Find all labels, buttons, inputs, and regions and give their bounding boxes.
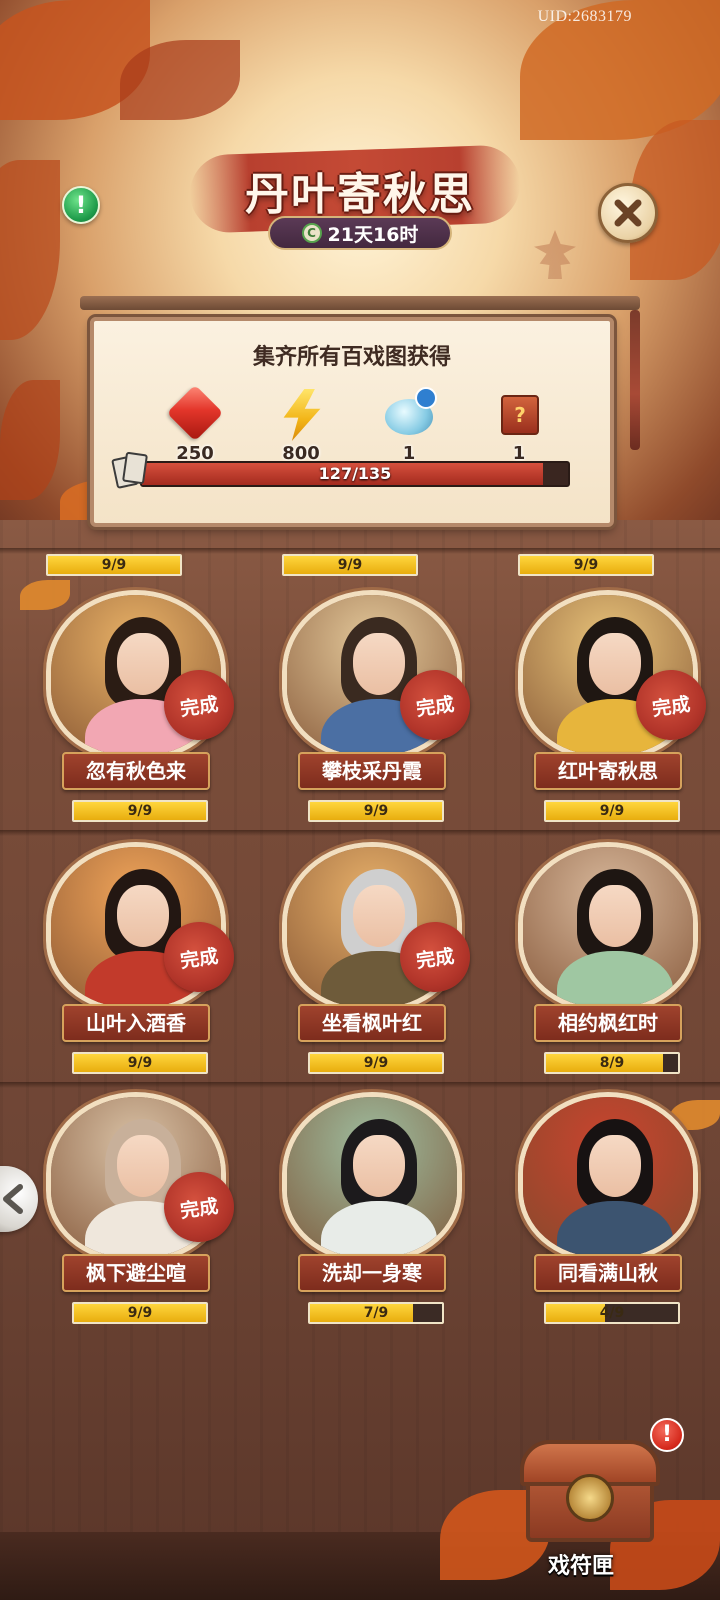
collection-card[interactable]: 洗却一身寒 7/9	[272, 1092, 472, 1332]
card-progress-bar: 9/9	[72, 1302, 208, 1324]
card-progress-text: 9/9	[363, 803, 389, 819]
card-progress-bar: 9/9	[308, 1052, 444, 1074]
card-progress-text: 9/9	[363, 1055, 389, 1071]
collection-card[interactable]: 完成 坐看枫叶红 9/9	[272, 842, 475, 1082]
card-progress-bar: 9/9	[544, 800, 680, 822]
lightning-bolt-icon	[283, 389, 321, 441]
card-progress-text: 4/9	[599, 1305, 625, 1321]
clock-coin-icon: C	[301, 223, 322, 243]
reward-item[interactable]: 1	[374, 387, 444, 464]
collection-card[interactable]: 完成 枫下避尘喧 9/9	[36, 1092, 239, 1332]
card-title: 攀枝采丹霞	[298, 752, 446, 790]
card-progress-text: 9/9	[599, 803, 625, 819]
magnifier-icon	[415, 387, 437, 409]
character-portrait	[523, 1097, 693, 1257]
chevron-left-icon	[3, 1184, 23, 1214]
collection-card[interactable]: 完成 攀枝采丹霞 9/9	[272, 590, 475, 830]
row-progress-bar: 9/9	[518, 554, 654, 576]
card-title: 枫下避尘喧	[62, 1254, 210, 1292]
row-progress-bar: 9/9	[46, 554, 182, 576]
tassel-decoration	[630, 310, 640, 450]
card-title: 山叶入酒香	[62, 1004, 210, 1042]
card-progress-text: 9/9	[127, 1055, 153, 1071]
card-progress-text: 8/9	[599, 1055, 625, 1071]
card-title: 忽有秋色来	[62, 752, 210, 790]
collection-card[interactable]: 完成 红叶寄秋思 9/9	[508, 590, 711, 830]
card-title: 洗却一身寒	[298, 1254, 446, 1292]
collection-progress-bar: 127/135	[140, 461, 570, 487]
info-button[interactable]: !	[62, 186, 100, 224]
ruby-gem-icon	[166, 384, 224, 442]
talisman-chest-label: 戏符匣	[548, 1553, 615, 1579]
talisman-chest-button[interactable]	[520, 1440, 660, 1550]
event-title: 丹叶寄秋思	[245, 169, 475, 220]
card-progress-bar: 8/9	[544, 1052, 680, 1074]
event-timer: C 21天16时	[268, 216, 452, 250]
notification-badge: !	[650, 1418, 684, 1452]
collection-card[interactable]: 相约枫红时 8/9	[508, 842, 708, 1082]
timer-text: 21天16时	[327, 223, 419, 246]
reward-panel: 集齐所有百戏图获得 250 800 1 ? 1 127/135	[90, 317, 614, 527]
card-progress-text: 7/9	[363, 1305, 389, 1321]
reward-item[interactable]: 250	[160, 384, 230, 464]
collection-card[interactable]: 同看满山秋 4/9	[508, 1092, 708, 1332]
exclamation-icon: !	[75, 191, 87, 219]
close-button[interactable]	[598, 183, 658, 243]
row-progress-bar: 9/9	[282, 554, 418, 576]
reward-item[interactable]: 800	[266, 389, 336, 464]
card-progress-bar: 9/9	[72, 1052, 208, 1074]
character-portrait	[523, 847, 693, 1007]
cards-icon	[111, 451, 150, 491]
card-progress-text: 9/9	[127, 803, 153, 819]
floor-divider	[0, 1082, 720, 1088]
reward-panel-title: 集齐所有百戏图获得	[252, 344, 451, 370]
collection-card[interactable]: 完成 山叶入酒香 9/9	[36, 842, 239, 1082]
user-id: UID:2683179	[537, 8, 632, 25]
card-progress-bar: 4/9	[544, 1302, 680, 1324]
card-progress-bar: 9/9	[72, 800, 208, 822]
floor-divider	[0, 830, 720, 836]
card-title: 同看满山秋	[534, 1254, 682, 1292]
close-icon	[614, 199, 642, 227]
portrait-frame	[518, 1092, 698, 1262]
card-title: 坐看枫叶红	[298, 1004, 446, 1042]
character-portrait	[287, 1097, 457, 1257]
card-progress-text: 9/9	[127, 1305, 153, 1321]
card-title: 红叶寄秋思	[534, 752, 682, 790]
portrait-frame	[282, 1092, 462, 1262]
collection-progress-text: 127/135	[318, 464, 392, 483]
mystery-chest-icon: ?	[501, 395, 539, 435]
card-progress-bar: 7/9	[308, 1302, 444, 1324]
card-title: 相约枫红时	[534, 1004, 682, 1042]
card-progress-bar: 9/9	[308, 800, 444, 822]
portrait-frame	[518, 842, 698, 1012]
panel-beam	[80, 296, 640, 310]
collection-card[interactable]: 完成 忽有秋色来 9/9	[36, 590, 239, 830]
reward-item[interactable]: ? 1	[484, 389, 554, 464]
